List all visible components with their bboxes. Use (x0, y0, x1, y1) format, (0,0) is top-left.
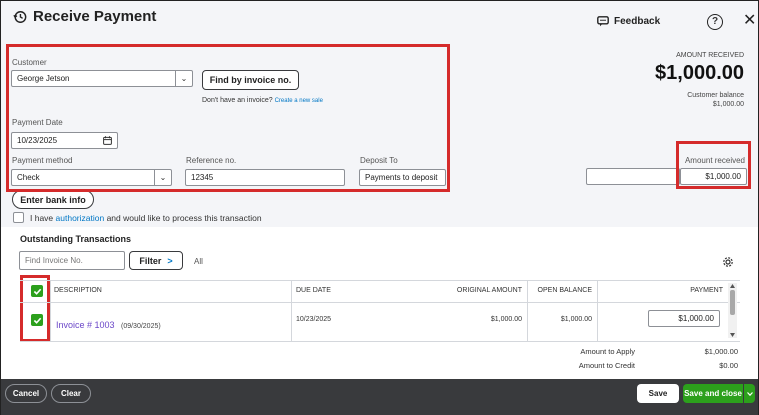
customer-balance-value: $1,000.00 (712, 101, 744, 108)
column-header-due-date[interactable]: DUE DATE (296, 287, 331, 294)
find-invoice-input[interactable] (19, 251, 125, 270)
history-icon[interactable] (13, 10, 27, 24)
highlight-box-form (6, 44, 450, 192)
save-button[interactable]: Save (637, 384, 679, 403)
row-open-balance: $1,000.00 (560, 316, 592, 323)
help-icon[interactable]: ? (707, 14, 723, 30)
cancel-button[interactable]: Cancel (5, 384, 47, 403)
invoice-date: (09/30/2025) (121, 323, 161, 330)
scroll-down-icon[interactable] (730, 333, 735, 337)
row-due-date: 10/23/2025 (296, 316, 332, 323)
column-header-payment[interactable]: PAYMENT (690, 287, 723, 294)
column-header-description[interactable]: DESCRIPTION (54, 287, 102, 294)
amount-received-summary-label: AMOUNT RECEIVED (676, 52, 744, 59)
page-title: Receive Payment (33, 8, 157, 25)
amount-to-apply-label: Amount to Apply (580, 347, 635, 356)
amount-to-credit-label: Amount to Credit (578, 361, 635, 370)
column-header-open-balance[interactable]: OPEN BALANCE (538, 287, 592, 294)
column-separator (50, 281, 51, 342)
table-header-border (20, 302, 740, 303)
table-scrollbar[interactable] (728, 283, 737, 338)
filter-button[interactable]: Filter > (129, 251, 183, 270)
row-checkbox[interactable] (31, 314, 43, 326)
gear-icon[interactable] (722, 256, 734, 268)
filter-all-label: All (194, 257, 203, 266)
close-icon[interactable]: ✕ (743, 12, 756, 30)
row-payment-input[interactable]: $1,000.00 (648, 310, 720, 327)
amount-received-aux-field[interactable] (586, 168, 680, 185)
authorization-line: I have authorization and would like to p… (30, 213, 262, 223)
scrollbar-thumb[interactable] (730, 290, 735, 315)
column-separator (527, 281, 528, 342)
feedback-icon (597, 16, 609, 27)
chevron-down-icon (746, 391, 753, 396)
footer-bar: Cancel Clear Save Save and close (1, 379, 758, 415)
row-description: Invoice # 1003 (09/30/2025) (56, 315, 161, 333)
authorization-link[interactable]: authorization (56, 213, 105, 223)
check-icon (33, 288, 41, 295)
authorization-checkbox[interactable] (13, 212, 24, 223)
highlight-box-amount (676, 141, 751, 189)
authorization-text-pre: I have (30, 213, 54, 223)
amount-to-apply-value: $1,000.00 (704, 347, 738, 356)
page-title-wrap: Receive Payment (13, 8, 156, 25)
customer-balance-label: Customer balance (687, 92, 744, 99)
save-options-dropdown[interactable] (744, 384, 755, 403)
outstanding-heading: Outstanding Transactions (20, 234, 132, 244)
chevron-right-icon: > (167, 255, 173, 266)
clear-button[interactable]: Clear (51, 384, 91, 403)
row-payment-value: $1,000.00 (678, 314, 714, 323)
invoice-link[interactable]: Invoice # 1003 (56, 320, 115, 330)
column-separator (597, 281, 598, 342)
check-icon (33, 317, 41, 324)
column-header-original-amount[interactable]: ORIGINAL AMOUNT (457, 287, 522, 294)
amount-received-summary-value: $1,000.00 (655, 62, 744, 84)
amount-to-credit-value: $0.00 (719, 361, 738, 370)
feedback-button[interactable]: Feedback (597, 16, 660, 27)
table-top-border (20, 280, 740, 281)
filter-label: Filter (139, 255, 162, 266)
select-all-checkbox[interactable] (31, 285, 43, 297)
feedback-label: Feedback (614, 16, 661, 27)
column-separator (291, 281, 292, 342)
save-and-close-button[interactable]: Save and close (683, 384, 743, 403)
enter-bank-info-button[interactable]: Enter bank info (12, 190, 94, 209)
scroll-up-icon[interactable] (730, 284, 735, 288)
table-bottom-border (20, 341, 740, 342)
row-original-amount: $1,000.00 (490, 316, 522, 323)
authorization-text-post: and would like to process this transacti… (106, 213, 262, 223)
